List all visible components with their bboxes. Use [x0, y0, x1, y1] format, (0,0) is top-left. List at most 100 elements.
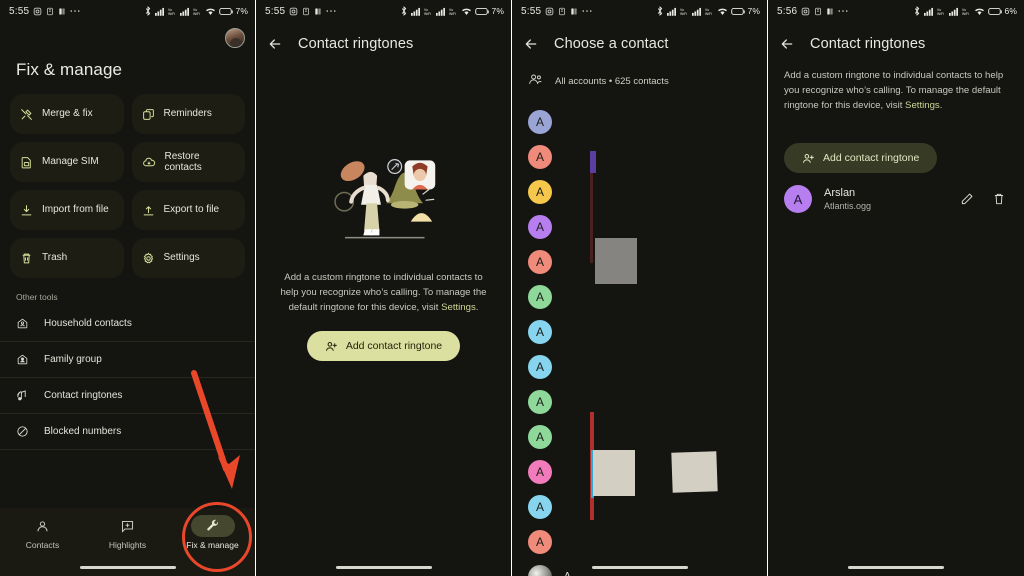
- book-icon: [826, 7, 834, 16]
- battery-icon: [987, 7, 1003, 16]
- camera-icon: [545, 7, 554, 16]
- list-item[interactable]: A: [512, 104, 767, 139]
- notes-icon: [814, 7, 822, 16]
- tool-row-household-contacts[interactable]: Household contacts: [0, 306, 255, 342]
- list-item[interactable]: A: [512, 454, 767, 489]
- home-indicator: [591, 566, 688, 569]
- panel-contact-ringtones-empty: 5:55 Vo WiFi Vo WiFi 7% Contact ringtone…: [256, 0, 512, 576]
- avatar: A: [528, 179, 552, 204]
- tile-label: Reminders: [163, 108, 212, 120]
- gear-icon: [142, 251, 155, 265]
- battery-percent: 7%: [491, 6, 504, 16]
- tile-restore-contacts[interactable]: Restore contacts: [131, 142, 245, 182]
- tool-row-blocked-numbers[interactable]: Blocked numbers: [0, 414, 255, 450]
- battery-percent: 6%: [1004, 6, 1017, 16]
- status-time: 5:55: [521, 5, 542, 17]
- tile-reminders[interactable]: Reminders: [131, 94, 245, 134]
- list-item[interactable]: A: [512, 349, 767, 384]
- list-item[interactable]: A: [512, 244, 767, 279]
- svg-text:WiFi: WiFi: [193, 11, 200, 15]
- back-arrow-icon[interactable]: [776, 33, 798, 55]
- tile-trash[interactable]: Trash: [10, 238, 124, 278]
- delete-trash-icon[interactable]: [992, 192, 1006, 206]
- nav-label: Contacts: [25, 540, 60, 550]
- volte-1-icon: Vo WiFi: [424, 7, 433, 16]
- tile-import-from-file[interactable]: Import from file: [10, 190, 124, 230]
- back-arrow-icon[interactable]: [264, 33, 286, 55]
- list-item[interactable]: A: [512, 139, 767, 174]
- signal-2-icon: [691, 7, 702, 16]
- tile-export-to-file[interactable]: Export to file: [131, 190, 245, 230]
- empty-state-description: Add a custom ringtone to individual cont…: [256, 254, 511, 315]
- bluetooth-icon: [913, 6, 921, 16]
- book-icon: [570, 7, 578, 16]
- avatar: A: [528, 109, 552, 134]
- status-bar: 5:55 Vo WiFi Vo WiFi 7%: [256, 0, 511, 22]
- avatar-initial: A: [535, 534, 544, 549]
- list-item[interactable]: A: [512, 419, 767, 454]
- avatar[interactable]: [225, 28, 245, 48]
- back-arrow-icon[interactable]: [520, 33, 542, 55]
- tile-label: Settings: [163, 252, 200, 264]
- person-icon: [35, 519, 50, 534]
- bluetooth-icon: [400, 6, 408, 16]
- list-item[interactable]: A: [512, 174, 767, 209]
- more-dots-icon: [70, 9, 80, 13]
- list-item[interactable]: A: [512, 209, 767, 244]
- nav-item-contacts[interactable]: Contacts: [0, 515, 85, 576]
- cloud-restore-icon: [142, 156, 156, 169]
- tool-row-contact-ringtones[interactable]: Contact ringtones: [0, 378, 255, 414]
- battery-icon: [730, 7, 746, 16]
- avatar-initial: A: [535, 429, 544, 444]
- camera-icon: [801, 7, 810, 16]
- avatar: A: [528, 319, 552, 344]
- family-group-icon: [16, 353, 32, 366]
- avatar: [528, 564, 552, 576]
- avatar: A: [528, 494, 552, 519]
- tile-manage-sim[interactable]: Manage SIM: [10, 142, 124, 182]
- highlights-icon: [120, 519, 135, 534]
- list-item[interactable]: A: [512, 384, 767, 419]
- camera-icon: [289, 7, 298, 16]
- add-contact-ringtone-button[interactable]: Add contact ringtone: [784, 143, 938, 173]
- battery-percent: 7%: [747, 6, 760, 16]
- settings-link[interactable]: Settings: [905, 100, 940, 111]
- ringtone-icon: [16, 389, 32, 402]
- signal-1-icon: [923, 7, 934, 16]
- edit-pencil-icon[interactable]: [960, 192, 974, 206]
- tool-row-family-group[interactable]: Family group: [0, 342, 255, 378]
- account-avatar-row: [0, 22, 255, 52]
- add-contact-ringtone-button[interactable]: Add contact ringtone: [306, 331, 461, 361]
- app-bar: Contact ringtones: [768, 22, 1024, 66]
- tools-grid: Merge & fix Reminders Manage SIM Restore…: [0, 94, 255, 278]
- svg-text:WiFi: WiFi: [449, 11, 456, 15]
- home-indicator: [79, 566, 176, 569]
- list-item[interactable]: A: [512, 489, 767, 524]
- bottom-navigation: Contacts Highlights Fix & manage: [0, 508, 255, 576]
- screenshot-strip: 5:55 Vo WiFi Vo WiFi 7% Fix & manage Mer…: [0, 0, 1024, 576]
- wifi-icon: [205, 7, 216, 16]
- notes-icon: [558, 7, 566, 16]
- account-filter-row[interactable]: All accounts • 625 contacts: [512, 66, 767, 100]
- settings-link[interactable]: Settings: [441, 302, 476, 313]
- wifi-icon: [717, 7, 728, 16]
- avatar-initial: A: [535, 394, 544, 409]
- reminders-icon: [142, 108, 155, 121]
- contact-name: Arslan: [824, 187, 856, 199]
- ringtone-list-item[interactable]: A Arslan Atlantis.ogg: [768, 173, 1024, 213]
- avatar-initial: A: [535, 499, 544, 514]
- svg-text:WiFi: WiFi: [705, 11, 712, 15]
- tile-settings[interactable]: Settings: [131, 238, 245, 278]
- list-item[interactable]: A: [512, 279, 767, 314]
- more-dots-icon: [838, 9, 848, 13]
- export-icon: [142, 204, 155, 217]
- contact-name: A.: [564, 571, 573, 576]
- list-item[interactable]: A: [512, 524, 767, 559]
- tile-merge-and-fix[interactable]: Merge & fix: [10, 94, 124, 134]
- tile-label: Merge & fix: [42, 108, 93, 120]
- people-icon: [528, 72, 543, 90]
- avatar-initial: A: [535, 114, 544, 129]
- nav-item-fix-and-manage[interactable]: Fix & manage: [170, 515, 255, 576]
- list-item[interactable]: A: [512, 314, 767, 349]
- tile-label: Trash: [42, 252, 68, 264]
